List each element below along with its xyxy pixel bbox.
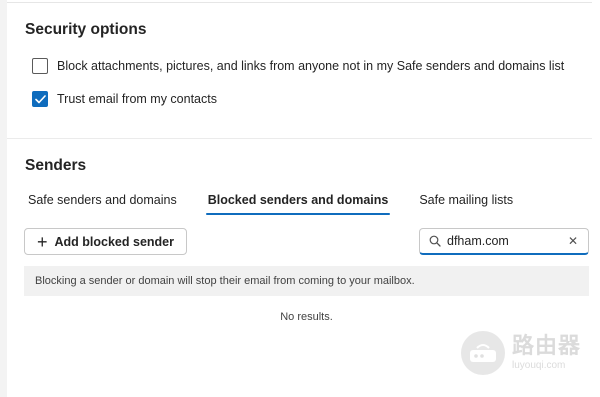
- search-icon: [429, 235, 441, 247]
- add-blocked-sender-label: Add blocked sender: [54, 234, 174, 249]
- trust-contacts-option[interactable]: Trust email from my contacts: [32, 91, 217, 107]
- tab-safe-mailing-lists[interactable]: Safe mailing lists: [419, 193, 513, 207]
- search-input[interactable]: [447, 234, 557, 248]
- watermark: 路由器 luyouqi.com: [461, 326, 585, 380]
- watermark-en: luyouqi.com: [512, 360, 566, 371]
- block-attachments-option[interactable]: Block attachments, pictures, and links f…: [32, 58, 564, 74]
- checkbox-checked-icon: [34, 94, 46, 103]
- close-icon[interactable]: ✕: [568, 234, 578, 248]
- search-box[interactable]: ✕: [419, 228, 589, 255]
- block-attachments-checkbox[interactable]: [32, 58, 48, 74]
- watermark-cn: 路由器: [512, 334, 582, 359]
- trust-contacts-label: Trust email from my contacts: [57, 92, 217, 106]
- add-blocked-sender-button[interactable]: + Add blocked sender: [24, 228, 187, 255]
- senders-title: Senders: [25, 157, 87, 174]
- tab-blocked-senders[interactable]: Blocked senders and domains: [205, 193, 390, 215]
- plus-icon: +: [37, 231, 48, 252]
- info-bar: Blocking a sender or domain will stop th…: [24, 266, 589, 296]
- security-options-title: Security options: [25, 21, 147, 38]
- top-divider: [7, 2, 592, 3]
- trust-contacts-checkbox[interactable]: [32, 91, 48, 107]
- router-logo-icon: [461, 331, 505, 375]
- left-pane-edge: [0, 0, 7, 397]
- block-attachments-label: Block attachments, pictures, and links f…: [57, 59, 565, 73]
- section-divider: [7, 138, 592, 139]
- senders-tabs: Safe senders and domains Blocked senders…: [28, 193, 544, 215]
- tab-safe-senders[interactable]: Safe senders and domains: [28, 193, 177, 207]
- info-text: Blocking a sender or domain will stop th…: [35, 275, 415, 287]
- no-results-text: No results.: [280, 311, 333, 323]
